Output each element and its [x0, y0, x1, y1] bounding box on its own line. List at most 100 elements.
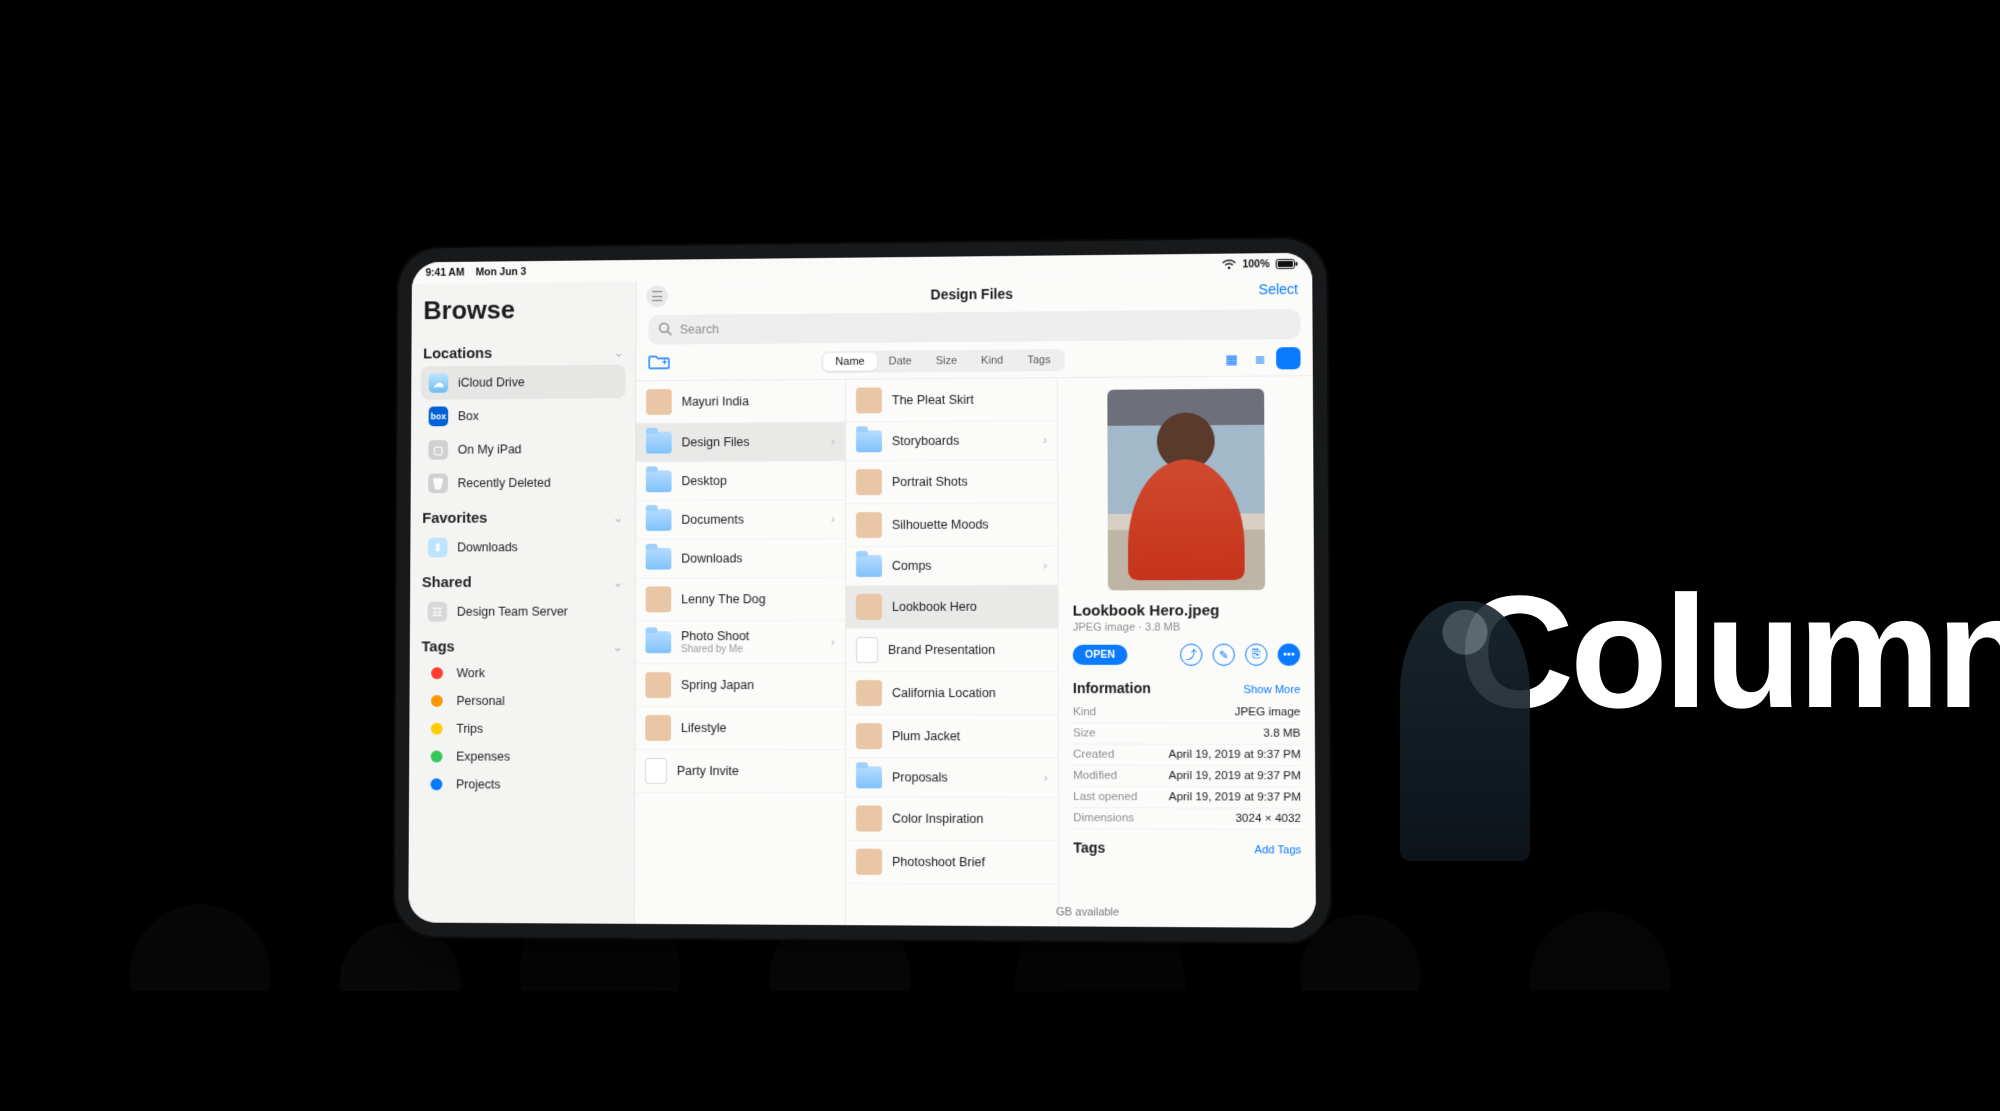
- info-row: Last opened April 19, 2019 at 9:37 PM: [1073, 787, 1301, 809]
- sidebar-tag-work[interactable]: Work: [419, 659, 624, 687]
- column-row[interactable]: California Location: [846, 672, 1058, 715]
- info-key: Modified: [1073, 770, 1117, 782]
- row-sublabel: Shared by Me: [681, 644, 821, 655]
- sidebar-item-label: Downloads: [457, 540, 518, 554]
- row-label: Party Invite: [677, 764, 835, 778]
- row-label: Storyboards: [892, 433, 1033, 448]
- storage-available-label: GB available: [876, 905, 1302, 920]
- column-row[interactable]: Portrait Shots: [846, 460, 1057, 504]
- sort-tags[interactable]: Tags: [1015, 351, 1062, 369]
- column-row[interactable]: Plum Jacket: [846, 715, 1058, 758]
- section-head-tags[interactable]: Tags ⌄: [420, 628, 625, 659]
- show-more-button[interactable]: Show More: [1244, 684, 1301, 696]
- row-label: Brand Presentation: [888, 643, 1048, 657]
- column-row[interactable]: Lenny The Dog: [636, 578, 845, 621]
- chevron-down-icon: ⌄: [613, 345, 623, 360]
- detail-filename: Lookbook Hero.jpeg: [1073, 602, 1300, 620]
- column-row[interactable]: Design Files ›: [636, 423, 845, 463]
- markup-button[interactable]: ✎: [1213, 644, 1235, 666]
- status-right: 100%: [1222, 258, 1298, 271]
- chevron-down-icon: ⌄: [613, 510, 623, 525]
- column-row[interactable]: Silhouette Moods: [846, 503, 1057, 547]
- column-row[interactable]: Photoshoot Brief: [846, 841, 1058, 885]
- sidebar-item-downloads[interactable]: ⬇︎ Downloads: [420, 530, 625, 564]
- chevron-right-icon: ›: [1043, 558, 1047, 572]
- sort-name[interactable]: Name: [824, 353, 877, 371]
- section-head-locations[interactable]: Locations ⌄: [421, 334, 626, 366]
- share-button[interactable]: ⤴︎: [1180, 644, 1202, 666]
- document-icon: [645, 758, 667, 784]
- open-button[interactable]: OPEN: [1073, 645, 1127, 665]
- sidebar-item-icloud-drive[interactable]: ☁︎ iCloud Drive: [421, 365, 626, 400]
- view-mode-control[interactable]: ▦ ≣ ◫: [1219, 347, 1300, 370]
- column-row[interactable]: Storyboards ›: [846, 421, 1057, 461]
- row-label: Design Files: [682, 435, 822, 450]
- column-row[interactable]: Proposals ›: [846, 758, 1058, 798]
- more-button[interactable]: •••: [1278, 644, 1301, 666]
- info-kv-list: Kind JPEG image Size 3.8 MB Created Apri…: [1073, 702, 1301, 830]
- sidebar-item-design-team-server[interactable]: ☷ Design Team Server: [420, 595, 625, 629]
- info-row: Kind JPEG image: [1073, 702, 1301, 723]
- sidebar-item-label: Box: [458, 409, 479, 423]
- column-row[interactable]: Party Invite: [635, 750, 845, 793]
- section-head-shared[interactable]: Shared ⌄: [420, 564, 625, 595]
- image-thumbnail: [856, 805, 882, 831]
- sidebar-item-on-my-ipad[interactable]: ▢ On My iPad: [421, 432, 626, 467]
- wifi-icon: [1222, 260, 1236, 270]
- sidebar-tag-personal[interactable]: Personal: [419, 687, 624, 715]
- column-row[interactable]: Photo Shoot Shared by Me ›: [636, 621, 845, 664]
- quicklook-button[interactable]: ⎘: [1245, 644, 1268, 666]
- sort-size[interactable]: Size: [924, 352, 969, 370]
- view-list-button[interactable]: ≣: [1248, 347, 1272, 369]
- tags-title: Tags: [1073, 839, 1105, 855]
- column-row[interactable]: Brand Presentation: [846, 629, 1058, 672]
- page-title: Design Files: [930, 286, 1012, 303]
- info-value: 3.8 MB: [1263, 728, 1300, 740]
- sort-segmented-control[interactable]: Name Date Size Kind Tags: [822, 349, 1065, 373]
- new-folder-button[interactable]: +: [648, 353, 670, 374]
- column-row[interactable]: Lookbook Hero: [846, 585, 1058, 629]
- view-columns-button[interactable]: ◫: [1276, 347, 1301, 369]
- search-placeholder: Search: [680, 322, 719, 336]
- sidebar-title: Browse: [423, 294, 624, 326]
- search-icon: [658, 321, 672, 338]
- sidebar-item-label: Recently Deleted: [458, 476, 551, 490]
- sidebar-item-box[interactable]: box Box: [421, 398, 626, 433]
- row-label: Documents: [681, 512, 821, 527]
- box-icon: box: [429, 406, 449, 426]
- select-button[interactable]: Select: [1259, 281, 1299, 297]
- sidebar-toggle-button[interactable]: ☰: [646, 285, 668, 307]
- sidebar-tag-projects[interactable]: Projects: [419, 770, 625, 798]
- row-label: Spring Japan: [681, 678, 835, 692]
- sidebar-tag-trips[interactable]: Trips: [419, 715, 624, 743]
- search-input[interactable]: Search: [648, 309, 1300, 345]
- sidebar-tag-expenses[interactable]: Expenses: [419, 743, 625, 771]
- image-thumbnail: [856, 594, 882, 620]
- section-head-favorites[interactable]: Favorites ⌄: [420, 499, 625, 531]
- row-label: Lifestyle: [681, 721, 835, 735]
- column-row[interactable]: Comps ›: [846, 546, 1057, 586]
- column-row[interactable]: Desktop: [636, 461, 845, 501]
- column-row[interactable]: Mayuri India: [636, 380, 845, 424]
- view-grid-button[interactable]: ▦: [1219, 348, 1243, 370]
- add-tags-button[interactable]: Add Tags: [1255, 844, 1302, 856]
- info-row: Modified April 19, 2019 at 9:37 PM: [1073, 766, 1301, 788]
- sidebar-item-label: On My iPad: [458, 442, 522, 456]
- battery-icon: [1276, 259, 1298, 269]
- column-row[interactable]: Color Inspiration: [846, 797, 1058, 841]
- sidebar-item-label: Projects: [456, 777, 500, 791]
- column-row[interactable]: Documents ›: [636, 500, 845, 540]
- info-value: JPEG image: [1235, 706, 1301, 718]
- column-row[interactable]: The Pleat Skirt: [846, 378, 1057, 422]
- row-label: Portrait Shots: [892, 474, 1047, 489]
- ipad-device-frame: 9:41 AM Mon Jun 3 100% Browse Locations: [393, 236, 1333, 944]
- markup-icon: ✎: [1219, 648, 1228, 661]
- tag-dot-icon: [431, 751, 443, 763]
- column-row[interactable]: Lifestyle: [635, 707, 845, 750]
- sort-kind[interactable]: Kind: [969, 352, 1015, 370]
- sidebar-item-recently-deleted[interactable]: 🗑 Recently Deleted: [420, 466, 625, 501]
- column-row[interactable]: Spring Japan: [635, 664, 845, 707]
- sort-date[interactable]: Date: [877, 352, 924, 370]
- column-row[interactable]: Downloads: [636, 539, 845, 579]
- row-label: Silhouette Moods: [892, 517, 1047, 532]
